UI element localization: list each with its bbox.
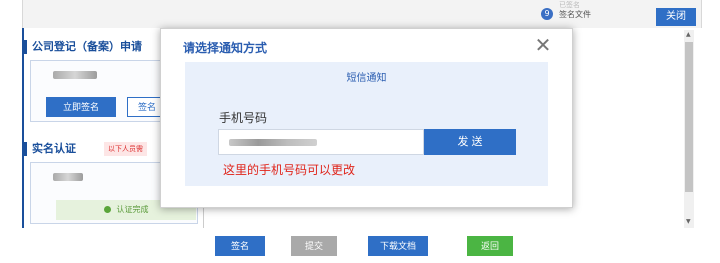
bottom-action-bar	[0, 228, 720, 263]
tab-sms-notification[interactable]: 短信通知	[185, 69, 548, 84]
scrollbar-thumb[interactable]	[685, 42, 693, 192]
blurred-phone-number	[229, 139, 317, 146]
phone-editable-note: 这里的手机号码可以更改	[223, 163, 356, 177]
close-icon[interactable]: ✕	[531, 33, 555, 57]
notice-tag: 以下人员需	[104, 142, 147, 156]
signature-file-row[interactable]: 9 签名文件	[541, 8, 591, 20]
close-button[interactable]: 关闭	[656, 8, 696, 26]
sign-bottom-button[interactable]: 签名	[215, 236, 265, 256]
check-dot-icon	[103, 206, 111, 213]
sign-now-button[interactable]: 立即签名	[46, 97, 116, 117]
realname-auth-title: 实名认证	[24, 142, 76, 156]
scroll-up-icon[interactable]: ▲	[686, 31, 691, 38]
verified-label: 认证完成	[116, 205, 149, 214]
dialog-title: 请选择通知方式	[183, 41, 268, 55]
send-button[interactable]: 发 送	[424, 129, 516, 155]
download-document-button[interactable]: 下载文档	[368, 236, 428, 256]
submit-button[interactable]: 提交	[291, 236, 337, 256]
phone-label: 手机号码	[219, 111, 268, 125]
signature-file-label: 签名文件	[559, 9, 591, 19]
signature-file-count-badge: 9	[541, 8, 553, 20]
sms-panel: 短信通知 手机号码 发 送 这里的手机号码可以更改	[185, 62, 548, 186]
scroll-down-icon[interactable]: ▼	[686, 218, 691, 225]
company-registration-title: 公司登记（备案）申请	[24, 40, 142, 54]
back-button[interactable]: 返回	[467, 236, 513, 256]
top-bar: 已签名 9 签名文件	[22, 0, 702, 28]
notification-dialog: 请选择通知方式 ✕ 短信通知 手机号码 发 送 这里的手机号码可以更改	[160, 28, 573, 208]
blurred-name	[53, 173, 83, 181]
scrollbar[interactable]: ▲ ▼	[684, 30, 694, 228]
blurred-name	[53, 71, 97, 79]
